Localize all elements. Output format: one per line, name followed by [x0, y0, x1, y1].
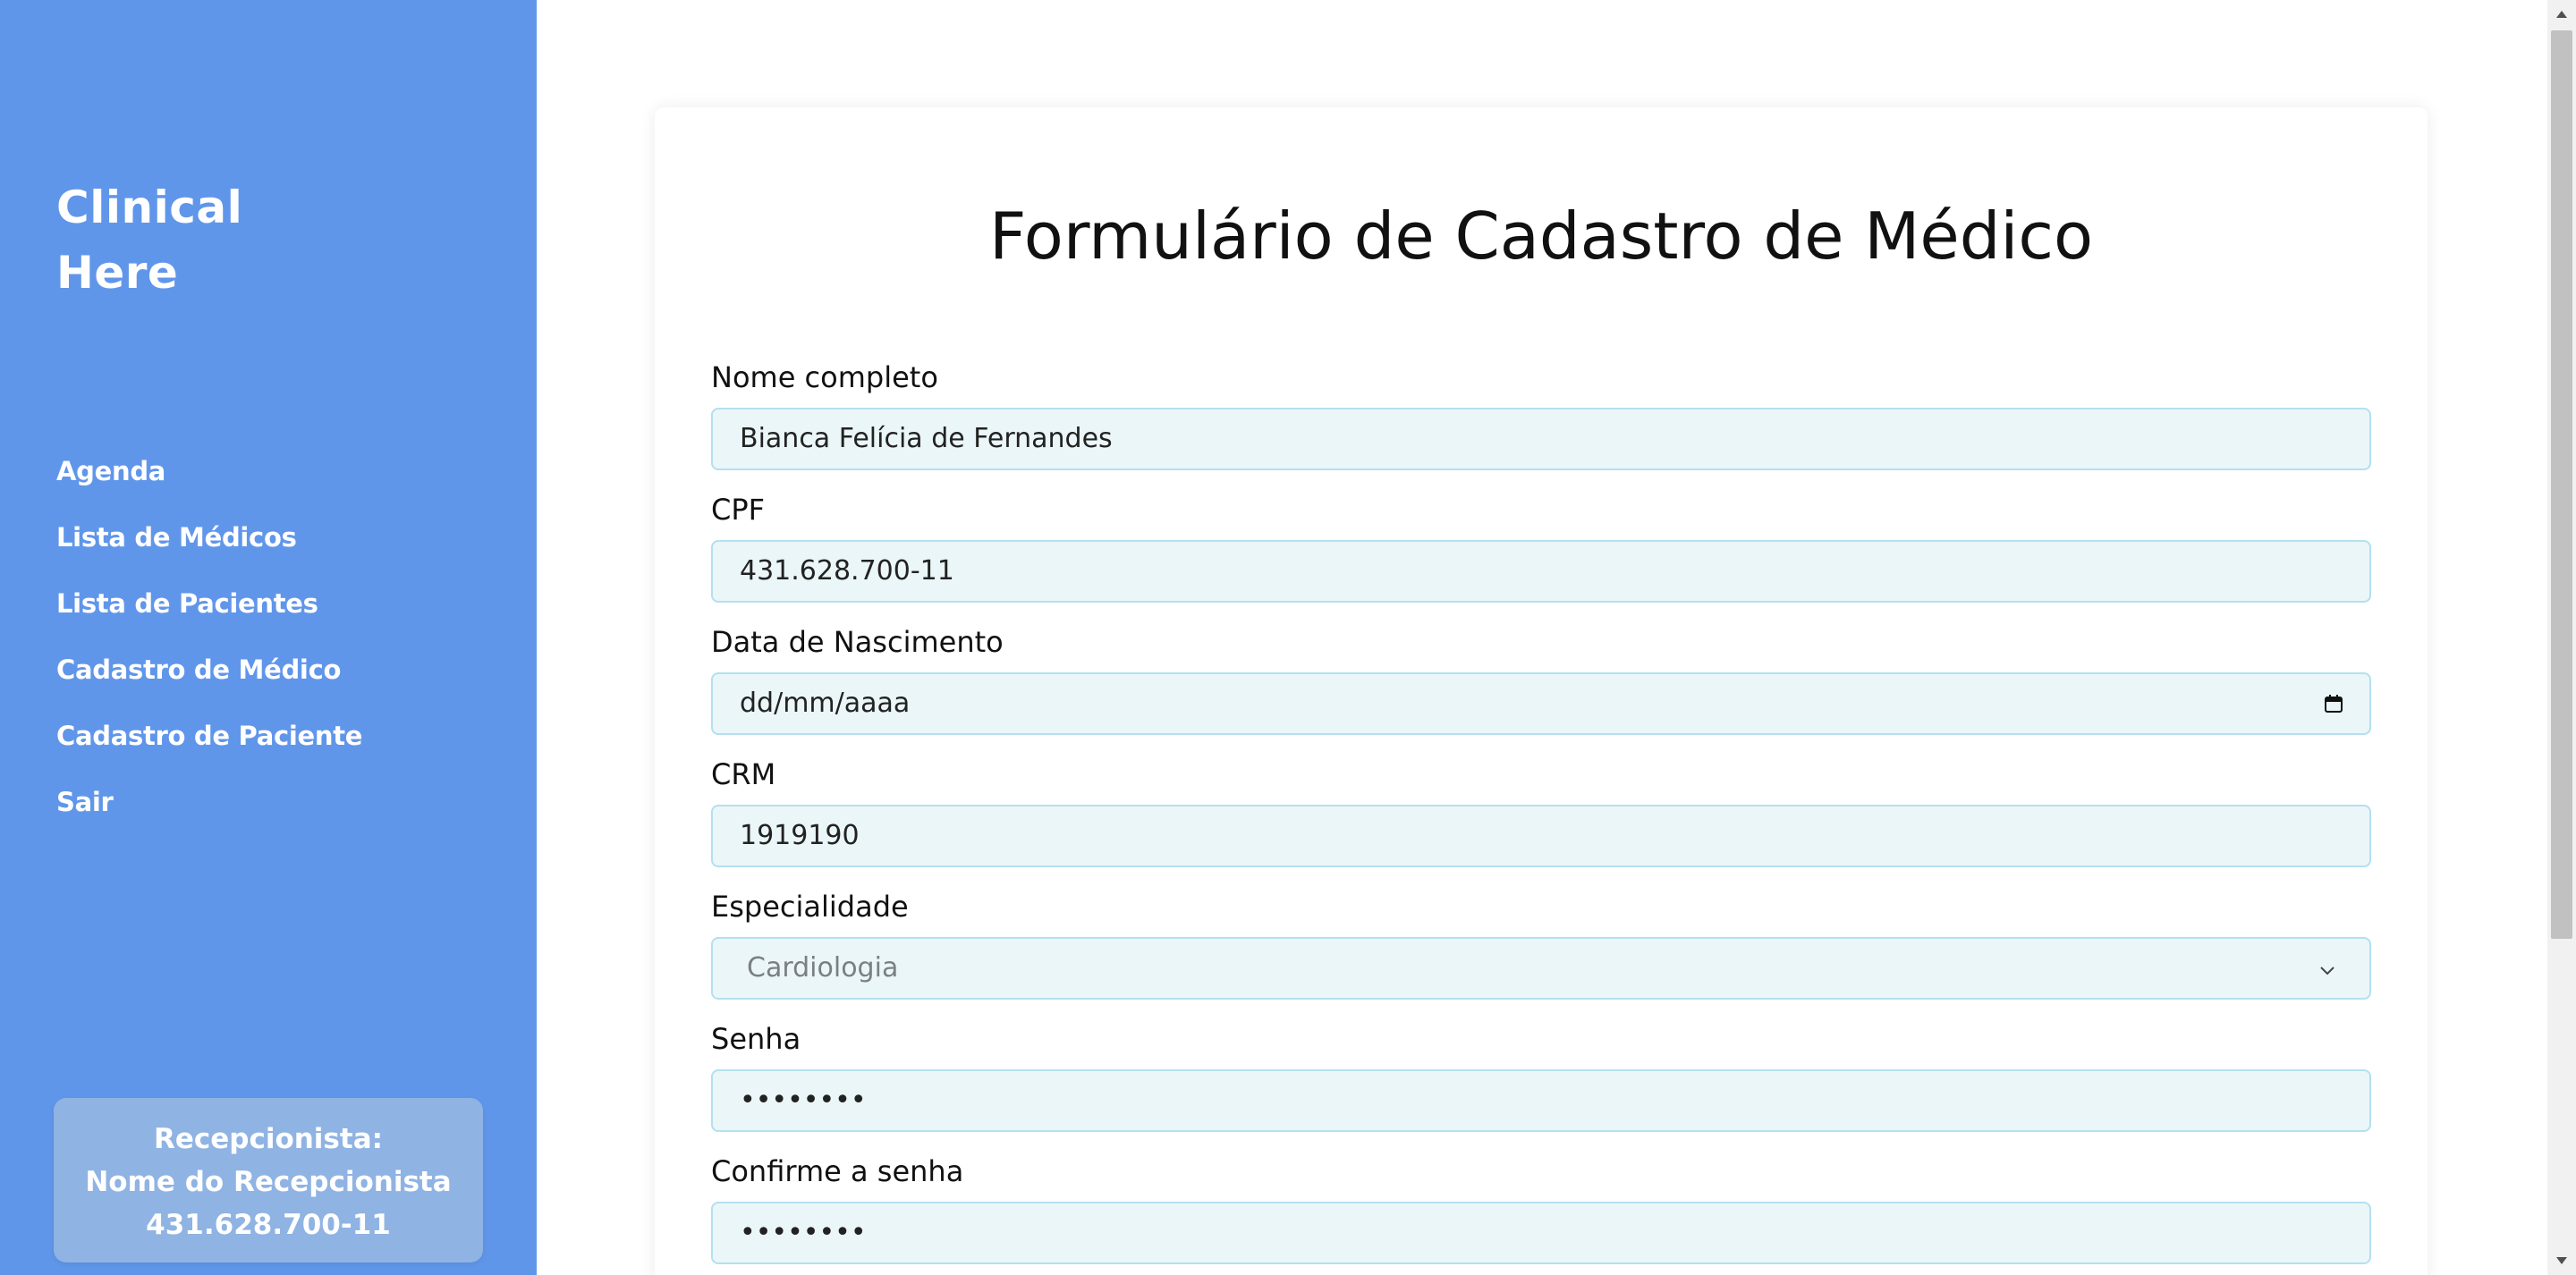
nascimento-label: Data de Nascimento	[711, 625, 1004, 659]
vertical-scrollbar[interactable]	[2547, 0, 2576, 1275]
user-role: Recepcionista:	[153, 1123, 384, 1155]
nome-label: Nome completo	[711, 360, 938, 394]
senha-value: ••••••••	[740, 1085, 867, 1116]
crm-input[interactable]: 1919190	[711, 805, 2371, 867]
form-card: Formulário de Cadastro de Médico Nome co…	[655, 107, 2428, 1275]
nascimento-input[interactable]: dd/mm/aaaa	[711, 672, 2371, 735]
nav-item-agenda[interactable]: Agenda	[56, 450, 362, 516]
nav-item-sair[interactable]: Sair	[56, 781, 362, 847]
user-info-card: Recepcionista: Nome do Recepcionista 431…	[54, 1098, 483, 1262]
nome-input[interactable]: Bianca Felícia de Fernandes	[711, 408, 2371, 470]
senha-label: Senha	[711, 1022, 801, 1056]
sidebar: Clinical Here Agenda Lista de Médicos Li…	[0, 0, 537, 1275]
confirme-senha-label: Confirme a senha	[711, 1154, 964, 1188]
scroll-thumb[interactable]	[2551, 30, 2572, 939]
app-root: Clinical Here Agenda Lista de Médicos Li…	[0, 0, 2576, 1275]
brand-line-1: Clinical	[56, 182, 243, 233]
scroll-up-arrow-icon[interactable]	[2547, 0, 2576, 29]
nav-item-lista-medicos[interactable]: Lista de Médicos	[56, 516, 362, 582]
nav-item-lista-pacientes[interactable]: Lista de Pacientes	[56, 582, 362, 648]
crm-label: CRM	[711, 757, 776, 791]
calendar-icon[interactable]	[2323, 693, 2344, 714]
user-name: Nome do Recepcionista	[85, 1166, 452, 1198]
user-cpf: 431.628.700-11	[146, 1209, 391, 1241]
nav-item-cadastro-paciente[interactable]: Cadastro de Paciente	[56, 714, 362, 781]
cpf-input[interactable]: 431.628.700-11	[711, 540, 2371, 603]
nascimento-value: dd/mm/aaaa	[740, 688, 911, 719]
especialidade-select[interactable]: Cardiologia	[711, 937, 2371, 1000]
page-title: Formulário de Cadastro de Médico	[988, 198, 2094, 274]
chevron-down-icon	[2320, 967, 2334, 975]
brand-line-2: Here	[56, 247, 179, 299]
crm-value: 1919190	[740, 820, 860, 851]
nav-item-cadastro-medico[interactable]: Cadastro de Médico	[56, 648, 362, 714]
cpf-value: 431.628.700-11	[740, 555, 954, 587]
confirme-senha-value: ••••••••	[740, 1217, 867, 1248]
scroll-down-arrow-icon[interactable]	[2547, 1246, 2576, 1275]
cpf-label: CPF	[711, 493, 766, 527]
nome-value: Bianca Felícia de Fernandes	[740, 423, 1113, 454]
especialidade-label: Especialidade	[711, 890, 909, 924]
main-content: Formulário de Cadastro de Médico Nome co…	[537, 0, 2547, 1275]
sidebar-nav: Agenda Lista de Médicos Lista de Pacient…	[56, 450, 362, 847]
especialidade-value: Cardiologia	[747, 952, 899, 984]
confirme-senha-input[interactable]: ••••••••	[711, 1202, 2371, 1264]
brand-logo-text: Clinical Here	[56, 175, 242, 306]
senha-input[interactable]: ••••••••	[711, 1069, 2371, 1132]
